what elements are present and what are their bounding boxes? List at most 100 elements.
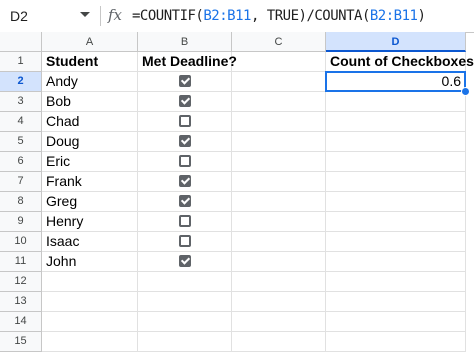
- cell-a12[interactable]: [42, 272, 138, 292]
- cell-a6[interactable]: Eric: [42, 152, 138, 172]
- cell-c11[interactable]: [232, 252, 326, 272]
- cell-d13[interactable]: [326, 292, 466, 312]
- checked-checkbox[interactable]: [178, 255, 191, 267]
- cell-d5[interactable]: [326, 132, 466, 152]
- row-header-2[interactable]: 2: [0, 72, 42, 92]
- formula-bar-divider: [100, 6, 101, 26]
- cell-c10[interactable]: [232, 232, 326, 252]
- checked-checkbox[interactable]: [178, 95, 191, 107]
- spreadsheet-grid[interactable]: A B C D 1 Student Met Deadline? Count of Checkb…: [0, 32, 474, 355]
- cell-a14[interactable]: [42, 312, 138, 332]
- checked-checkbox[interactable]: [178, 75, 191, 87]
- column-header-c[interactable]: C: [232, 32, 326, 52]
- cell-c14[interactable]: [232, 312, 326, 332]
- select-all-corner[interactable]: [0, 32, 42, 52]
- name-box[interactable]: D2: [0, 0, 100, 32]
- cell-b12[interactable]: [138, 272, 232, 292]
- formula-bar: D2 fx =COUNTIF(B2:B11, TRUE)/COUNTA(B2:B…: [0, 0, 474, 33]
- cell-b4[interactable]: [138, 112, 232, 132]
- row-header-13[interactable]: 13: [0, 292, 42, 312]
- cell-b9[interactable]: [138, 212, 232, 232]
- row-header-1[interactable]: 1: [0, 52, 42, 72]
- cell-c13[interactable]: [232, 292, 326, 312]
- cell-b11[interactable]: [138, 252, 232, 272]
- column-header-a[interactable]: A: [42, 32, 138, 52]
- row-header-3[interactable]: 3: [0, 92, 42, 112]
- cell-d4[interactable]: [326, 112, 466, 132]
- row-header-10[interactable]: 10: [0, 232, 42, 252]
- cell-c15[interactable]: [232, 332, 326, 352]
- cell-d15[interactable]: [326, 332, 466, 352]
- cell-d6[interactable]: [326, 152, 466, 172]
- cell-b6[interactable]: [138, 152, 232, 172]
- cell-d10[interactable]: [326, 232, 466, 252]
- row-header-9[interactable]: 9: [0, 212, 42, 232]
- cell-b1[interactable]: Met Deadline?: [138, 52, 237, 72]
- cell-a3[interactable]: Bob: [42, 92, 138, 112]
- cell-d3[interactable]: [326, 92, 466, 112]
- formula-prefix: =COUNTIF(: [132, 8, 204, 24]
- row-header-11[interactable]: 11: [0, 252, 42, 272]
- cell-a15[interactable]: [42, 332, 138, 352]
- formula-range: B2:B11: [203, 8, 251, 24]
- cell-c12[interactable]: [232, 272, 326, 292]
- cell-d9[interactable]: [326, 212, 466, 232]
- fill-handle[interactable]: [461, 87, 470, 96]
- cell-b13[interactable]: [138, 292, 232, 312]
- cell-a5[interactable]: Doug: [42, 132, 138, 152]
- cell-c5[interactable]: [232, 132, 326, 152]
- cell-c9[interactable]: [232, 212, 326, 232]
- cell-b15[interactable]: [138, 332, 232, 352]
- cell-a2[interactable]: Andy: [42, 72, 138, 92]
- fx-icon: fx: [108, 6, 123, 24]
- cell-c6[interactable]: [232, 152, 326, 172]
- cell-a8[interactable]: Greg: [42, 192, 138, 212]
- checked-checkbox[interactable]: [178, 195, 191, 207]
- cell-a4[interactable]: Chad: [42, 112, 138, 132]
- cell-b10[interactable]: [138, 232, 232, 252]
- cell-c3[interactable]: [232, 92, 326, 112]
- cell-a10[interactable]: Isaac: [42, 232, 138, 252]
- row-header-6[interactable]: 6: [0, 152, 42, 172]
- cell-c7[interactable]: [232, 172, 326, 192]
- cell-c1[interactable]: [232, 52, 326, 72]
- cell-b8[interactable]: [138, 192, 232, 212]
- row-header-14[interactable]: 14: [0, 312, 42, 332]
- cell-c4[interactable]: [232, 112, 326, 132]
- cell-d1[interactable]: Count of Checkboxes: [326, 52, 474, 72]
- cell-c8[interactable]: [232, 192, 326, 212]
- cell-d8[interactable]: [326, 192, 466, 212]
- row-header-7[interactable]: 7: [0, 172, 42, 192]
- cell-d14[interactable]: [326, 312, 466, 332]
- unchecked-checkbox[interactable]: [178, 215, 191, 227]
- cell-a1[interactable]: Student: [42, 52, 138, 72]
- formula-range: B2:B11: [369, 8, 418, 24]
- row-header-15[interactable]: 15: [0, 332, 42, 352]
- unchecked-checkbox[interactable]: [178, 155, 191, 167]
- cell-a13[interactable]: [42, 292, 138, 312]
- cell-d11[interactable]: [326, 252, 466, 272]
- chevron-down-icon[interactable]: [80, 12, 90, 17]
- checked-checkbox[interactable]: [178, 135, 191, 147]
- cell-b14[interactable]: [138, 312, 232, 332]
- cell-b5[interactable]: [138, 132, 232, 152]
- cell-a9[interactable]: Henry: [42, 212, 138, 232]
- cell-b3[interactable]: [138, 92, 232, 112]
- formula-input[interactable]: =COUNTIF(B2:B11, TRUE)/COUNTA(B2:B11): [132, 8, 426, 24]
- cell-c2[interactable]: [232, 72, 326, 92]
- column-header-d[interactable]: D: [326, 32, 466, 52]
- row-header-4[interactable]: 4: [0, 112, 42, 132]
- checked-checkbox[interactable]: [178, 175, 191, 187]
- column-header-b[interactable]: B: [138, 32, 232, 52]
- unchecked-checkbox[interactable]: [178, 235, 191, 247]
- cell-b2[interactable]: [138, 72, 232, 92]
- cell-a7[interactable]: Frank: [42, 172, 138, 192]
- cell-a11[interactable]: John: [42, 252, 138, 272]
- cell-d12[interactable]: [326, 272, 466, 292]
- row-header-5[interactable]: 5: [0, 132, 42, 152]
- cell-b7[interactable]: [138, 172, 232, 192]
- row-header-12[interactable]: 12: [0, 272, 42, 292]
- cell-d7[interactable]: [326, 172, 466, 192]
- row-header-8[interactable]: 8: [0, 192, 42, 212]
- unchecked-checkbox[interactable]: [178, 115, 191, 127]
